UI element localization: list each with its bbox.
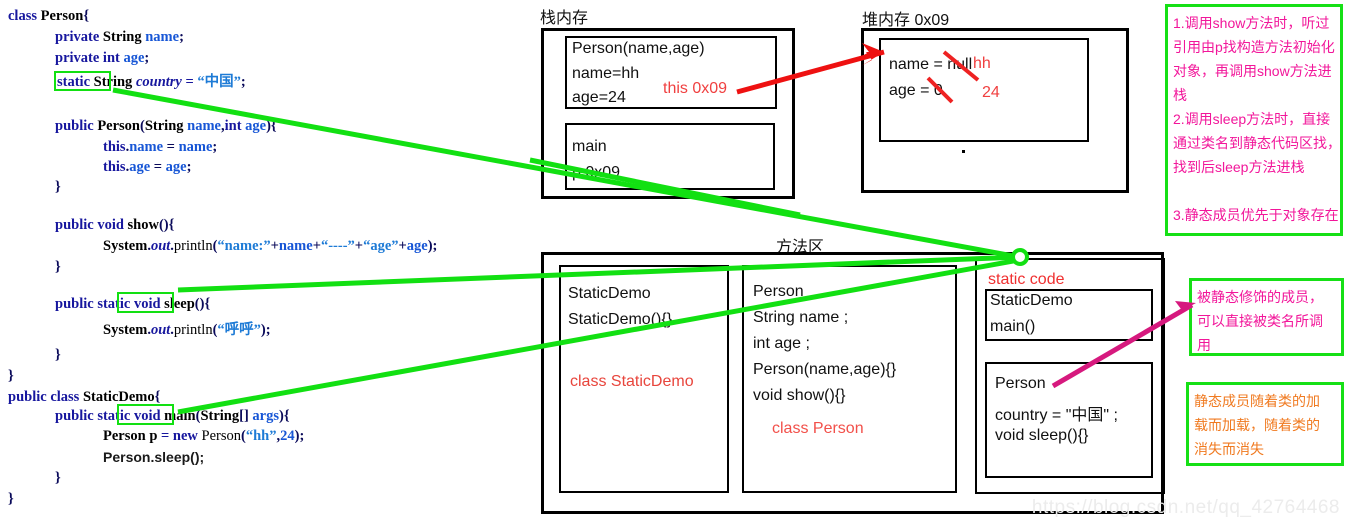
note-bottom-right-line-1: 静态成员随着类的加 [1194,393,1320,409]
class-block-person-line-5: void show(){} [753,387,846,404]
note-top-right-line-4: 栈 [1173,87,1187,103]
code-line-20: } [55,470,61,486]
class-block-person-line-1: Person [753,283,804,300]
stack-frame-main-line-1: main [572,138,607,155]
code-line-6: this.name = name; [103,139,218,155]
note-bottom-right: 静态成员随着类的加 载而加载，随着类的 消失而消失 [1186,382,1344,466]
class-block-staticdemo-label: class StaticDemo [570,373,694,390]
class-block-person-label: class Person [772,420,864,437]
code-line-9: public void show(){ [55,217,175,233]
note-top-right-line-2: 引用由p找构造方法初始化 [1173,39,1335,55]
code-line-21: } [8,491,14,507]
note-middle-right-line-2: 可以直接被类名所调 [1197,313,1323,329]
watermark: https://blog.csdn.net/qq_42764468 [1031,497,1340,518]
note-top-right-spacer [1173,179,1336,203]
static-code-person-line-2: country = "中国" ; [995,407,1118,424]
note-bottom-right-line-2: 载而加载，随着类的 [1194,417,1320,433]
code-line-10: System.out.println(“name:”+name+“----”+“… [103,238,438,254]
stack-frame-person-line-3: age=24 [572,89,626,106]
stack-frame-person-line-1: Person(name,age) [572,40,705,57]
code-line-18: Person p = new Person(“hh”,24); [103,428,305,444]
static-code-title: static code [988,271,1065,288]
code-line-4: static String country = “中国”; [57,74,246,90]
code-line-15: } [8,368,14,384]
note-middle-right-line-3: 用 [1197,337,1211,353]
note-top-right-line-1: 1.调用show方法时，听过 [1173,15,1330,31]
heap-dot [962,150,965,153]
class-block-person-line-4: Person(name,age){} [753,361,897,378]
note-top-right: 1.调用show方法时，听过 引用由p找构造方法初始化 对象，再调用show方法… [1165,4,1343,236]
note-bottom-right-line-3: 消失而消失 [1194,441,1264,457]
code-line-14: } [55,347,61,363]
code-line-11: } [55,259,61,275]
static-code-staticdemo-line-2: main() [990,318,1036,335]
code-line-8: } [55,179,61,195]
class-block-staticdemo-line-2: StaticDemo(){} [568,311,673,328]
heap-title: 堆内存 0x09 [862,12,950,29]
class-block-person-line-2: String name ; [753,309,849,326]
heap-new-age-value: 24 [982,84,1000,101]
code-line-5: public Person(String name,int age){ [55,118,277,134]
code-line-2: private String name; [55,29,184,45]
code-panel: class Person{ private String name; priva… [0,0,540,521]
static-code-person-line-1: Person [995,375,1046,392]
stack-frame-main-line-2: p 0x09 [572,164,621,181]
note-top-right-line-5: 2.调用sleep方法时，直接 [1173,111,1331,127]
code-line-1: class Person{ [8,8,90,24]
note-top-right-line-7: 找到后sleep方法进栈 [1173,159,1305,175]
code-line-16: public class StaticDemo{ [8,389,161,405]
this-pointer-label: this 0x09 [663,80,728,97]
code-line-7: this.age = age; [103,159,192,175]
code-line-12: public static void sleep(){ [55,296,211,312]
class-block-staticdemo-line-1: StaticDemo [568,285,651,302]
note-top-right-line-3: 对象，再调用show方法进 [1173,63,1332,79]
code-line-19: Person.sleep(); [103,449,205,465]
note-top-right-line-9: 3.静态成员优先于对象存在 [1173,207,1339,223]
static-code-person-line-3: void sleep(){} [995,427,1089,444]
note-middle-right-line-1: 被静态修饰的成员， [1197,289,1323,305]
diagram-root: class Person{ private String name; priva… [0,0,1346,521]
static-code-staticdemo-line-1: StaticDemo [990,292,1073,309]
note-middle-right: 被静态修饰的成员， 可以直接被类名所调 用 [1189,278,1344,356]
heap-field-name: name = null [889,56,973,73]
heap-field-age: age = 0 [889,82,943,99]
code-line-3: private int age; [55,50,150,66]
stack-title: 栈内存 [540,10,589,27]
code-line-17: public static void main(String[] args){ [55,408,290,424]
note-top-right-line-6: 通过类名到静态代码区找， [1173,135,1341,151]
code-line-13: System.out.println(“呼呼”); [103,322,271,338]
stack-frame-person-line-2: name=hh [572,65,640,82]
class-block-person-line-3: int age ; [753,335,810,352]
heap-new-name-value: hh [973,55,991,72]
